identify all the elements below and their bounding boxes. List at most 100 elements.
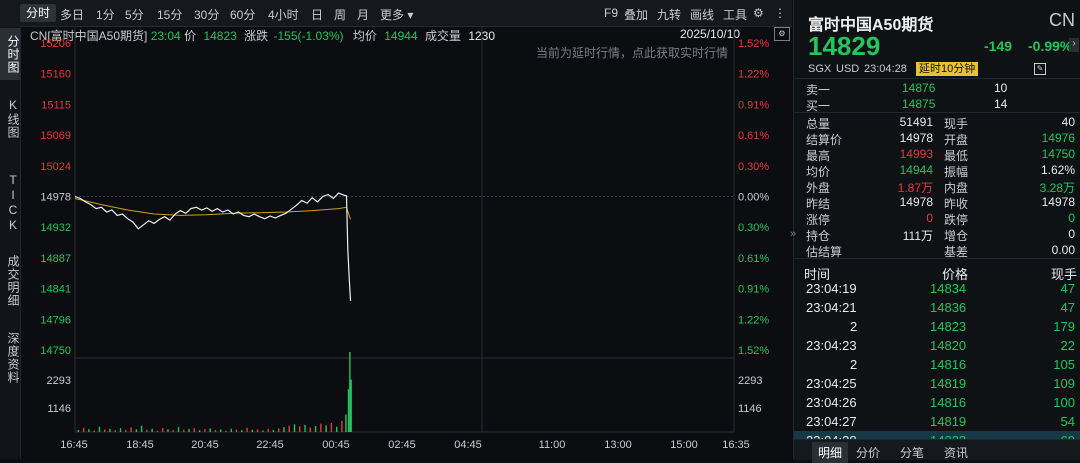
- period-tab-11[interactable]: 更多 ▾: [380, 6, 413, 23]
- view-tab-2[interactable]: TICK: [0, 172, 20, 234]
- volume-bar-24: [204, 429, 206, 432]
- period-tab-6[interactable]: 60分: [230, 6, 255, 23]
- trade-row-5[interactable]: 23:04:25 14819 109: [794, 374, 1080, 393]
- book-qty: 10: [994, 81, 1008, 95]
- trade-row-0[interactable]: 23:04:19 14834 47: [794, 279, 1080, 298]
- exchange: SGX: [808, 63, 832, 75]
- book-row-1: 买一 14875 14: [794, 96, 1080, 113]
- stat-value-right: 0.00: [1051, 243, 1075, 257]
- trade-row-6[interactable]: 23:04:26 14816 100: [794, 393, 1080, 412]
- view-tab-0[interactable]: 分时图: [0, 28, 20, 80]
- volume-bar-7: [114, 430, 116, 432]
- period-tab-7[interactable]: 4小时: [268, 6, 299, 23]
- last-price: 14829: [808, 31, 881, 61]
- detail-tab-1[interactable]: 分价: [856, 444, 880, 461]
- trade-qty: 54: [1060, 414, 1075, 429]
- intraday-chart[interactable]: 15206 15160 15115 15069 15024 14978 14932 14887…: [22, 26, 792, 459]
- volume-bar-19: [177, 427, 180, 432]
- stat-value-left: 14978: [899, 131, 933, 145]
- volume-bar-35: [262, 430, 264, 432]
- stat-value-left: 14944: [899, 163, 933, 177]
- vol-tick-left-1: 1146: [47, 403, 71, 415]
- volume-bar-11: [135, 429, 138, 432]
- detail-tab-2[interactable]: 分笔: [900, 444, 924, 461]
- volume-bar-20: [183, 429, 185, 432]
- tool-4[interactable]: 工具: [723, 6, 747, 23]
- time-tick-9: 15:00: [670, 439, 698, 451]
- trade-price: 14816: [930, 395, 967, 410]
- volume-bar-10: [130, 427, 132, 432]
- chart-frame: [74, 26, 735, 433]
- period-tab-9[interactable]: 周: [334, 6, 346, 23]
- volume-bar-44: [309, 427, 312, 432]
- detail-tab-3[interactable]: 资讯: [944, 444, 968, 461]
- delay-badge: 延时10分钟: [916, 62, 979, 76]
- trade-qty: 179: [1053, 319, 1075, 334]
- view-tab-1[interactable]: K线图: [0, 88, 20, 148]
- volume-bar-29: [230, 428, 232, 432]
- price-axis-labels: 15206 15160 15115 15069 15024 14978 14932 14887…: [40, 38, 71, 357]
- volume-bar-37: [272, 429, 275, 432]
- volume-bar-8: [119, 428, 122, 432]
- gear-icon[interactable]: ⚙: [753, 6, 764, 20]
- volume-bar-3: [93, 430, 95, 432]
- stats-row-2: 最高 14993 最低 14750: [794, 146, 1080, 163]
- volume-bar-12: [140, 425, 143, 432]
- volume-bar-17: [167, 429, 169, 432]
- price-tick-10: 14750: [40, 345, 71, 357]
- detail-tab-0[interactable]: 明细: [812, 442, 849, 463]
- volume-bar-53: [349, 352, 351, 432]
- stat-value-right: 1.62%: [1040, 163, 1075, 177]
- volume-bars: [77, 352, 352, 432]
- trade-row-3[interactable]: 23:04:23 14820 22: [794, 336, 1080, 355]
- trade-time: 23:04:19: [806, 281, 857, 296]
- trade-qty: 109: [1053, 376, 1075, 391]
- more-icon[interactable]: ⋮: [774, 6, 786, 20]
- stats-row-8: 估结算 基差 0.00: [794, 242, 1080, 259]
- stats-row-0: 总量 51491 现手 40: [794, 114, 1080, 131]
- time-tick-5: 02:45: [388, 439, 416, 451]
- volume-bar-13: [146, 429, 148, 432]
- time-axis-labels: 16:45 18:45 20:45 22:45 00:45 02:45 04:45 11:00…: [60, 439, 750, 451]
- volume-bar-51: [345, 414, 347, 432]
- period-tab-8[interactable]: 日: [311, 6, 323, 23]
- price-change-pct: -0.99%: [1028, 38, 1073, 54]
- trade-price: 14819: [930, 414, 967, 429]
- trade-price: 14820: [930, 338, 967, 353]
- quote-timestamp: 23:04:28: [864, 63, 907, 75]
- stats-row-3: 均价 14944 振幅 1.62%: [794, 162, 1080, 179]
- collapse-panel-icon[interactable]: »: [790, 228, 796, 240]
- chevron-right-icon[interactable]: ›: [1069, 38, 1079, 52]
- period-tab-1[interactable]: 多日: [60, 6, 84, 23]
- tool-1[interactable]: 叠加: [624, 6, 648, 23]
- stat-value-right: 0: [1068, 211, 1075, 225]
- volume-bar-22: [193, 428, 196, 432]
- period-tab-2[interactable]: 1分: [96, 6, 115, 23]
- volume-bar-36: [267, 428, 269, 432]
- period-tab-10[interactable]: 月: [357, 6, 369, 23]
- view-tab-4[interactable]: 深度资料: [0, 324, 20, 392]
- price-tick-9: 14796: [40, 314, 71, 326]
- pct-tick-0: 1.52%: [738, 38, 769, 50]
- trade-row-2[interactable]: 2 14823 179: [794, 317, 1080, 336]
- volume-bar-48: [330, 422, 333, 432]
- volume-bar-43: [304, 425, 306, 432]
- price-tick-4: 15024: [40, 161, 71, 173]
- trade-row-4[interactable]: 2 14816 105: [794, 355, 1080, 374]
- trade-time: 23:04:21: [806, 300, 857, 315]
- view-tab-3[interactable]: 成交明细: [0, 246, 20, 316]
- tool-2[interactable]: 九转: [657, 6, 681, 23]
- trade-row-1[interactable]: 23:04:21 14836 47: [794, 298, 1080, 317]
- volume-bar-40: [288, 425, 290, 432]
- period-tab-3[interactable]: 5分: [125, 6, 144, 23]
- period-tab-4[interactable]: 15分: [157, 6, 182, 23]
- trade-time: 23:04:25: [806, 376, 857, 391]
- trade-price: 14823: [930, 319, 967, 334]
- trade-row-7[interactable]: 23:04:27 14819 54: [794, 412, 1080, 431]
- tool-0[interactable]: F9: [604, 6, 618, 20]
- period-tab-5[interactable]: 30分: [194, 6, 219, 23]
- tool-3[interactable]: 画线: [690, 6, 714, 23]
- period-tab-0[interactable]: 分时: [20, 4, 57, 22]
- stats-row-7: 持仓 111万 增仓 0: [794, 226, 1080, 243]
- edit-icon[interactable]: ✎: [1034, 63, 1046, 75]
